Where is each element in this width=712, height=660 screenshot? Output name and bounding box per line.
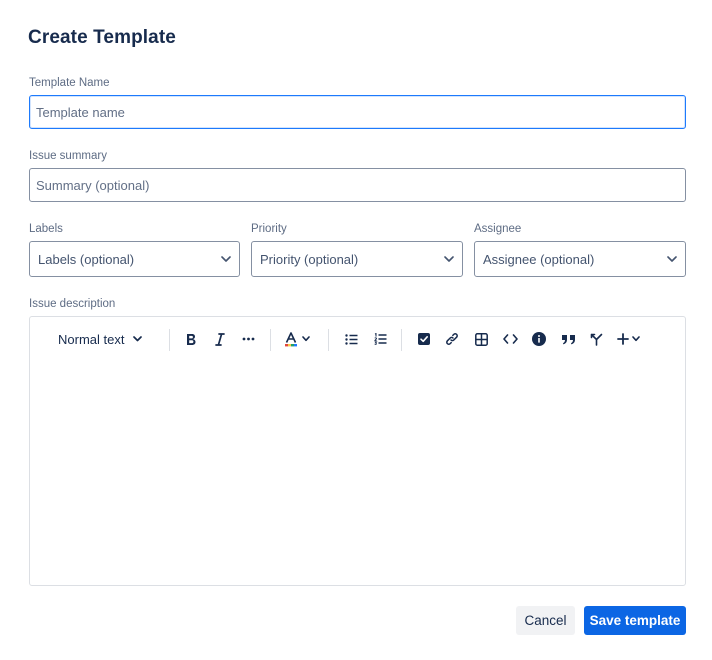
template-name-input[interactable] (29, 95, 686, 129)
toolbar-divider (169, 329, 170, 351)
chevron-down-icon (133, 336, 143, 342)
issue-summary-input[interactable] (29, 168, 686, 202)
assignee-select-placeholder: Assignee (optional) (483, 251, 595, 267)
priority-select-placeholder: Priority (optional) (260, 251, 359, 267)
issue-description-label: Issue description (29, 298, 116, 310)
bold-icon[interactable] (181, 328, 201, 350)
priority-label: Priority (251, 223, 287, 235)
insert-plus-icon[interactable] (617, 328, 647, 350)
numbered-list-icon[interactable] (370, 328, 390, 350)
labels-select-placeholder: Labels (optional) (38, 251, 135, 267)
more-formatting-icon[interactable] (238, 328, 258, 350)
text-style-dropdown[interactable]: Normal text (52, 328, 152, 350)
save-template-button[interactable]: Save template (584, 606, 686, 635)
code-icon[interactable] (500, 328, 520, 350)
quote-icon[interactable] (558, 328, 578, 350)
assignee-label: Assignee (474, 223, 522, 235)
toolbar-divider (401, 329, 402, 351)
chevron-down-icon (632, 336, 640, 342)
bullet-list-icon[interactable] (341, 328, 361, 350)
toolbar-divider (328, 329, 329, 351)
assignee-select[interactable]: Assignee (optional) (474, 241, 686, 277)
table-icon[interactable] (471, 328, 491, 350)
decision-icon[interactable] (586, 328, 606, 350)
template-name-label: Template Name (29, 77, 110, 89)
dialog-title: Create Template (28, 27, 176, 48)
toolbar-divider (270, 329, 271, 351)
chevron-down-icon (667, 254, 677, 264)
labels-label: Labels (29, 223, 63, 235)
chevron-down-icon (444, 254, 454, 264)
priority-select[interactable]: Priority (optional) (251, 241, 463, 277)
issue-summary-label: Issue summary (29, 150, 107, 162)
task-checkbox-icon[interactable] (414, 328, 434, 350)
link-icon[interactable] (442, 328, 462, 350)
description-editor-content[interactable] (30, 361, 685, 585)
editor-toolbar: Normal text (30, 317, 685, 361)
chevron-down-icon (302, 336, 310, 342)
text-color-icon[interactable] (284, 328, 314, 350)
chevron-down-icon (221, 254, 231, 264)
text-style-label: Normal text (58, 331, 125, 347)
cancel-button[interactable]: Cancel (516, 606, 575, 635)
italic-icon[interactable] (210, 328, 230, 350)
labels-select[interactable]: Labels (optional) (29, 241, 240, 277)
description-editor: Normal text (29, 316, 686, 586)
info-panel-icon[interactable] (529, 328, 549, 350)
